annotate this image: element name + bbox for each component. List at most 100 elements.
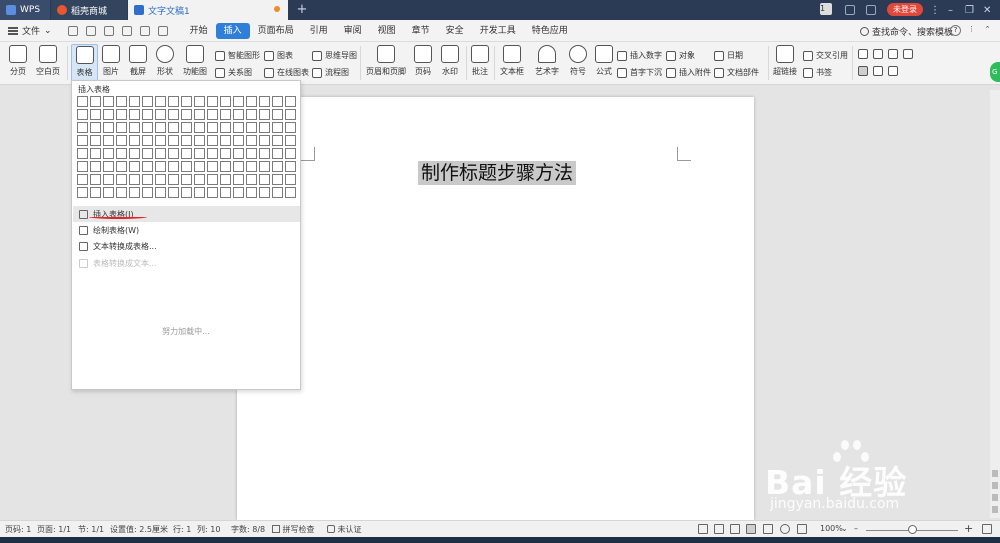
tab-page-layout[interactable]: 页面布局 [250, 23, 302, 39]
table-grid-cell[interactable] [207, 161, 218, 172]
page-number-button[interactable]: 页码 [411, 45, 435, 77]
table-grid-cell[interactable] [194, 122, 205, 133]
table-grid-cell[interactable] [285, 161, 296, 172]
table-grid-cell[interactable] [207, 122, 218, 133]
status-words[interactable]: 字数: 8/8 [231, 524, 265, 535]
tool-icon[interactable] [858, 49, 868, 59]
table-grid-cell[interactable] [220, 109, 231, 120]
minimize-icon[interactable]: – [948, 3, 962, 17]
table-grid-cell[interactable] [168, 96, 179, 107]
table-grid-cell[interactable] [155, 187, 166, 198]
zoom-slider-knob[interactable] [908, 525, 917, 534]
status-row[interactable]: 行: 1 [173, 524, 191, 535]
tab-view[interactable]: 视图 [370, 23, 404, 39]
table-grid-cell[interactable] [207, 148, 218, 159]
search-command[interactable]: 查找命令、搜索模板 [860, 25, 953, 38]
certification-status[interactable]: 未认证 [327, 524, 362, 535]
table-grid-cell[interactable] [116, 161, 127, 172]
new-tab-button[interactable]: + [294, 1, 310, 19]
table-grid-cell[interactable] [103, 109, 114, 120]
table-grid-cell[interactable] [155, 109, 166, 120]
table-grid-cell[interactable] [103, 122, 114, 133]
table-grid-cell[interactable] [90, 161, 101, 172]
table-grid-cell[interactable] [129, 174, 140, 185]
table-grid-cell[interactable] [181, 135, 192, 146]
table-grid-cell[interactable] [168, 148, 179, 159]
table-grid-cell[interactable] [168, 122, 179, 133]
page-break-button[interactable]: 分页 [6, 45, 30, 77]
table-grid-cell[interactable] [168, 135, 179, 146]
table-grid-cell[interactable] [181, 122, 192, 133]
document-title-text[interactable]: 制作标题步骤方法 [418, 161, 577, 185]
table-grid-cell[interactable] [103, 148, 114, 159]
table-grid-cell[interactable] [181, 187, 192, 198]
status-page-number[interactable]: 页码: 1 [5, 524, 31, 535]
table-grid-cell[interactable] [116, 96, 127, 107]
table-grid-cell[interactable] [259, 187, 270, 198]
close-icon[interactable]: ✕ [983, 3, 997, 17]
table-grid-cell[interactable] [103, 96, 114, 107]
text-to-table-item[interactable]: 文本转换成表格... [73, 238, 300, 254]
tab-security[interactable]: 安全 [438, 23, 472, 39]
table-grid-cell[interactable] [181, 96, 192, 107]
file-menu[interactable]: 文件 ⌄ [8, 24, 52, 37]
table-grid-cell[interactable] [168, 161, 179, 172]
tab-insert[interactable]: 插入 [215, 22, 250, 39]
tool-icon[interactable] [858, 66, 868, 76]
hyperlink-button[interactable]: 超链接 [772, 45, 798, 77]
status-pages[interactable]: 页面: 1/1 [37, 524, 71, 535]
table-grid-cell[interactable] [116, 148, 127, 159]
skin-icon[interactable] [845, 3, 855, 17]
table-grid-cell[interactable] [155, 122, 166, 133]
save-icon[interactable] [67, 25, 78, 36]
insert-attachment-button[interactable]: 插入附件 [666, 67, 711, 78]
function-chart-button[interactable]: 功能图 [180, 45, 210, 77]
object-button[interactable]: 对象 [666, 50, 695, 61]
watermark-button[interactable]: 水印 [438, 45, 462, 77]
user-icon[interactable] [866, 3, 876, 17]
table-grid-cell[interactable] [168, 187, 179, 198]
login-button[interactable]: 未登录 [887, 3, 923, 16]
table-grid-cell[interactable] [129, 109, 140, 120]
table-grid-cell[interactable] [90, 135, 101, 146]
table-grid-cell[interactable] [259, 109, 270, 120]
table-grid-cell[interactable] [233, 122, 244, 133]
table-grid-cell[interactable] [207, 135, 218, 146]
table-grid-cell[interactable] [220, 187, 231, 198]
table-grid-cell[interactable] [129, 96, 140, 107]
export-icon[interactable] [121, 25, 132, 36]
screenshot-button[interactable]: 截屏 [126, 45, 150, 77]
tab-developer[interactable]: 开发工具 [472, 23, 524, 39]
help-icon[interactable]: ? [950, 25, 961, 36]
table-grid-cell[interactable] [155, 161, 166, 172]
table-grid-cell[interactable] [116, 174, 127, 185]
table-grid-cell[interactable] [142, 109, 153, 120]
collapse-ribbon-icon[interactable]: ⌃ [982, 25, 993, 36]
tab-chapter[interactable]: 章节 [404, 23, 438, 39]
unsaved-dot-icon[interactable] [274, 6, 280, 12]
zoom-dropdown-icon[interactable]: ⌄ [841, 524, 848, 533]
table-grid-cell[interactable] [272, 122, 283, 133]
table-grid-cell[interactable] [285, 135, 296, 146]
status-col[interactable]: 列: 10 [197, 524, 220, 535]
undo-icon[interactable] [139, 25, 150, 36]
date-button[interactable]: 日期 [714, 50, 743, 61]
table-grid-cell[interactable] [90, 148, 101, 159]
table-grid-cell[interactable] [129, 122, 140, 133]
mind-map-button[interactable]: 思维导图 [312, 50, 357, 61]
table-grid-cell[interactable] [77, 135, 88, 146]
tab-features[interactable]: 特色应用 [524, 23, 576, 39]
tab-document[interactable]: 文字文稿1 [128, 0, 288, 20]
table-grid-cell[interactable] [181, 174, 192, 185]
table-grid-cell[interactable] [233, 135, 244, 146]
table-grid-cell[interactable] [285, 109, 296, 120]
tab-home[interactable]: 开始 [182, 23, 216, 39]
table-grid-cell[interactable] [77, 109, 88, 120]
table-grid-cell[interactable] [77, 174, 88, 185]
formula-button[interactable]: 公式 [593, 45, 615, 77]
spell-check-toggle[interactable]: 拼写检查 [272, 524, 315, 535]
table-grid-cell[interactable] [142, 174, 153, 185]
textbox-button[interactable]: 文本框 [497, 45, 527, 77]
table-grid-cell[interactable] [103, 174, 114, 185]
tool-icon[interactable] [903, 49, 913, 59]
